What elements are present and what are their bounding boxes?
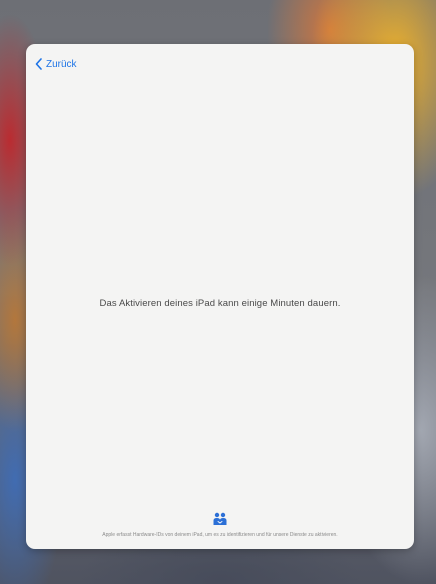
privacy-footer: Apple erfasst Hardware-IDs von deinem iP… <box>76 512 364 539</box>
back-button[interactable]: Zurück <box>34 58 77 70</box>
privacy-notice-text: Apple erfasst Hardware-IDs von deinem iP… <box>102 532 338 538</box>
activation-sheet: Zurück Das Aktivieren deines iPad kann e… <box>26 44 414 549</box>
chevron-left-icon <box>34 58 44 70</box>
back-button-label: Zurück <box>46 58 77 70</box>
activation-message: Das Aktivieren deines iPad kann einige M… <box>99 298 341 309</box>
privacy-handshake-icon <box>212 512 228 526</box>
